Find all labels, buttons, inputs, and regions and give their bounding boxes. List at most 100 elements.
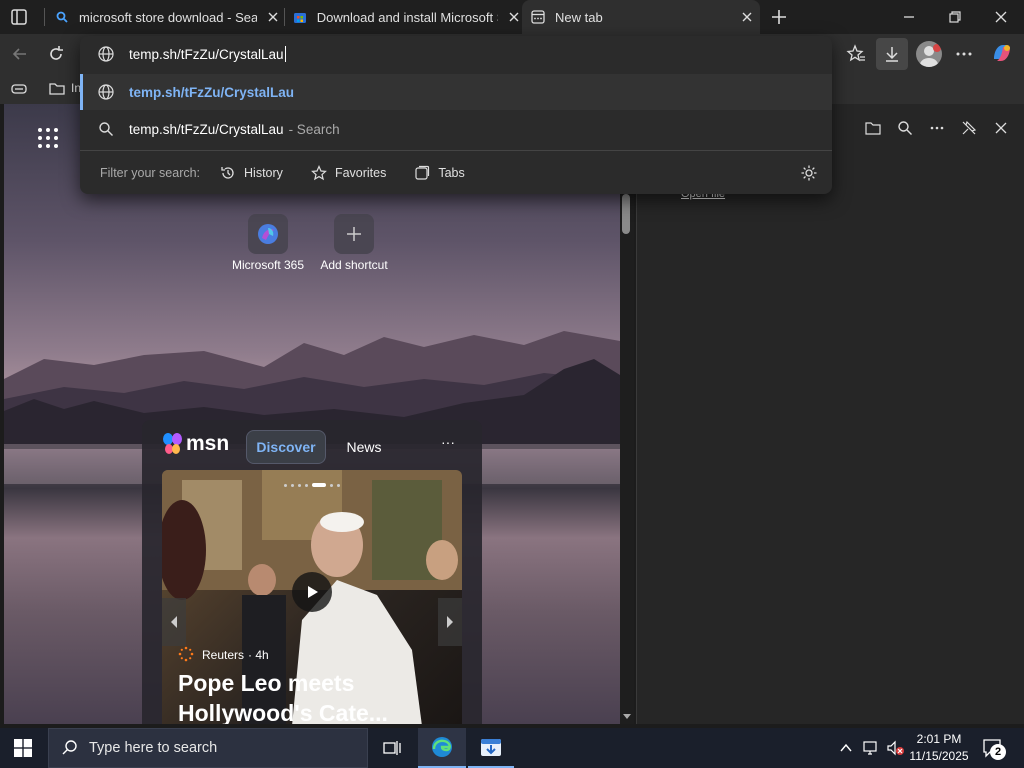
tab-0[interactable]: microsoft store download - Search [46, 0, 284, 34]
filter-label: Filter your search: [100, 166, 201, 180]
suggestion-search-text: temp.sh/tFzZu/CrystalLau [129, 121, 284, 137]
msn-feed-card: msn Discover News ··· Reuters · 4h Pope … [142, 420, 482, 724]
apps-launcher-icon[interactable] [36, 126, 60, 150]
suggestion-url[interactable]: temp.sh/tFzZu/CrystalLau [80, 74, 832, 110]
clock-time: 2:01 PM [916, 732, 962, 746]
tab-2[interactable]: New tab [522, 0, 760, 34]
search-downloads-icon[interactable] [897, 120, 913, 136]
profile-avatar[interactable] [916, 41, 942, 67]
restore-icon[interactable] [946, 8, 964, 26]
filter-history-label: History [244, 166, 283, 180]
new-tab-icon [530, 9, 546, 25]
shortcut-microsoft-365[interactable] [248, 214, 288, 254]
filter-favorites[interactable]: Favorites [311, 165, 386, 181]
minimize-icon[interactable] [900, 8, 918, 26]
app-icon[interactable] [10, 80, 28, 98]
reuters-logo-icon [178, 646, 194, 662]
divider [80, 150, 832, 151]
taskbar-search-placeholder: Type here to search [89, 740, 218, 756]
filter-history[interactable]: History [220, 165, 283, 181]
refresh-icon[interactable] [46, 44, 66, 64]
taskbar-installer-app[interactable] [468, 728, 514, 768]
msn-tab-news[interactable]: News [338, 430, 390, 464]
open-downloads-folder-icon[interactable] [865, 120, 881, 136]
tab-title: microsoft store download - Search [79, 9, 257, 25]
chevron-left-icon [171, 616, 177, 628]
new-tab-page: Microsoft 365 Add shortcut msn Discover … [4, 104, 620, 724]
tab-actions-icon[interactable] [10, 8, 28, 26]
selection-indicator [80, 74, 83, 110]
msn-more-button[interactable]: ··· [436, 434, 460, 456]
taskbar-search-box[interactable]: Type here to search [48, 728, 368, 768]
chevron-right-icon [447, 616, 453, 628]
more-options-icon[interactable] [929, 120, 945, 136]
download-icon [886, 47, 898, 62]
suggestion-search-suffix: - Search [288, 121, 340, 137]
search-icon [62, 740, 77, 755]
scrollbar-thumb[interactable] [622, 194, 630, 234]
new-tab-plus-icon[interactable] [770, 8, 788, 26]
chevron-up-icon[interactable] [838, 740, 854, 756]
add-shortcut-button[interactable] [334, 214, 374, 254]
news-article-image[interactable]: Reuters · 4h Pope Leo meets Hollywood's … [162, 470, 462, 724]
globe-icon [96, 44, 116, 64]
close-panel-icon[interactable] [993, 120, 1009, 136]
installer-download-icon [481, 739, 501, 756]
notification-count-badge: 2 [990, 744, 1006, 760]
search-icon [96, 119, 116, 139]
microsoft-365-icon [258, 224, 278, 244]
network-icon[interactable] [862, 740, 880, 756]
close-icon[interactable] [739, 9, 755, 25]
copilot-icon[interactable] [990, 41, 1014, 65]
downloads-panel: Open file [636, 104, 1024, 724]
downloads-button[interactable] [876, 38, 908, 70]
article-age: · 4h [248, 648, 269, 662]
shortcut-label: Add shortcut [320, 258, 388, 272]
clock[interactable]: 2:01 PM 11/15/2025 [906, 731, 972, 765]
more-menu-icon[interactable] [954, 44, 974, 64]
play-button[interactable] [292, 572, 332, 612]
taskbar-edge-app[interactable] [418, 728, 466, 768]
carousel-prev-button[interactable] [162, 598, 186, 646]
volume-muted-icon[interactable] [886, 740, 906, 756]
tab-1[interactable]: Download and install Microsoft Store [284, 0, 522, 34]
article-headline[interactable]: Pope Leo meets Hollywood's Cate... [178, 668, 408, 724]
window-close-icon[interactable] [992, 8, 1010, 26]
close-icon[interactable] [265, 9, 281, 25]
tab-title: Download and install Microsoft Store [316, 9, 498, 25]
windows-taskbar: Type here to search 2:01 PM 11/15/2025 2 [0, 728, 1024, 768]
back-icon[interactable] [10, 44, 30, 64]
address-input[interactable]: temp.sh/tFzZu/CrystalLau [129, 47, 284, 62]
filter-tabs[interactable]: Tabs [414, 165, 465, 181]
unpin-icon[interactable] [961, 120, 977, 136]
windows-start-icon[interactable] [14, 739, 32, 757]
carousel-next-button[interactable] [438, 598, 462, 646]
settings-gear-icon[interactable] [800, 164, 818, 182]
filter-tabs-label: Tabs [438, 166, 465, 180]
favorites-icon[interactable] [846, 44, 866, 64]
article-meta: Reuters · 4h [202, 648, 269, 662]
star-icon [311, 165, 327, 181]
microsoft-store-icon [292, 9, 308, 25]
divider [44, 8, 45, 26]
tab-title: New tab [555, 9, 603, 25]
close-icon[interactable] [506, 9, 522, 25]
suggestion-url-text: temp.sh/tFzZu/CrystalLau [129, 84, 295, 100]
search-filters: Filter your search: History Favorites Ta… [100, 160, 493, 186]
address-bar-dropdown: temp.sh/tFzZu/CrystalLau temp.sh/tFzZu/C… [80, 36, 832, 194]
shortcut-label: Microsoft 365 [231, 258, 305, 272]
folder-icon[interactable] [48, 80, 66, 98]
msn-logo: msn [186, 432, 230, 455]
page-scrollbar[interactable] [620, 104, 634, 724]
msn-tab-discover[interactable]: Discover [246, 430, 326, 464]
suggestion-search[interactable]: temp.sh/tFzZu/CrystalLau - Search [80, 111, 832, 147]
search-icon [54, 9, 70, 25]
scroll-down-icon[interactable] [622, 708, 632, 719]
edge-icon [432, 737, 452, 757]
article-source: Reuters [202, 648, 245, 662]
address-bar[interactable]: temp.sh/tFzZu/CrystalLau [80, 36, 832, 72]
carousel-indicator [274, 482, 350, 488]
tab-strip: microsoft store download - Search Downlo… [0, 0, 1024, 34]
notifications-button[interactable]: 2 [982, 738, 1008, 760]
task-view-icon[interactable] [382, 738, 402, 758]
